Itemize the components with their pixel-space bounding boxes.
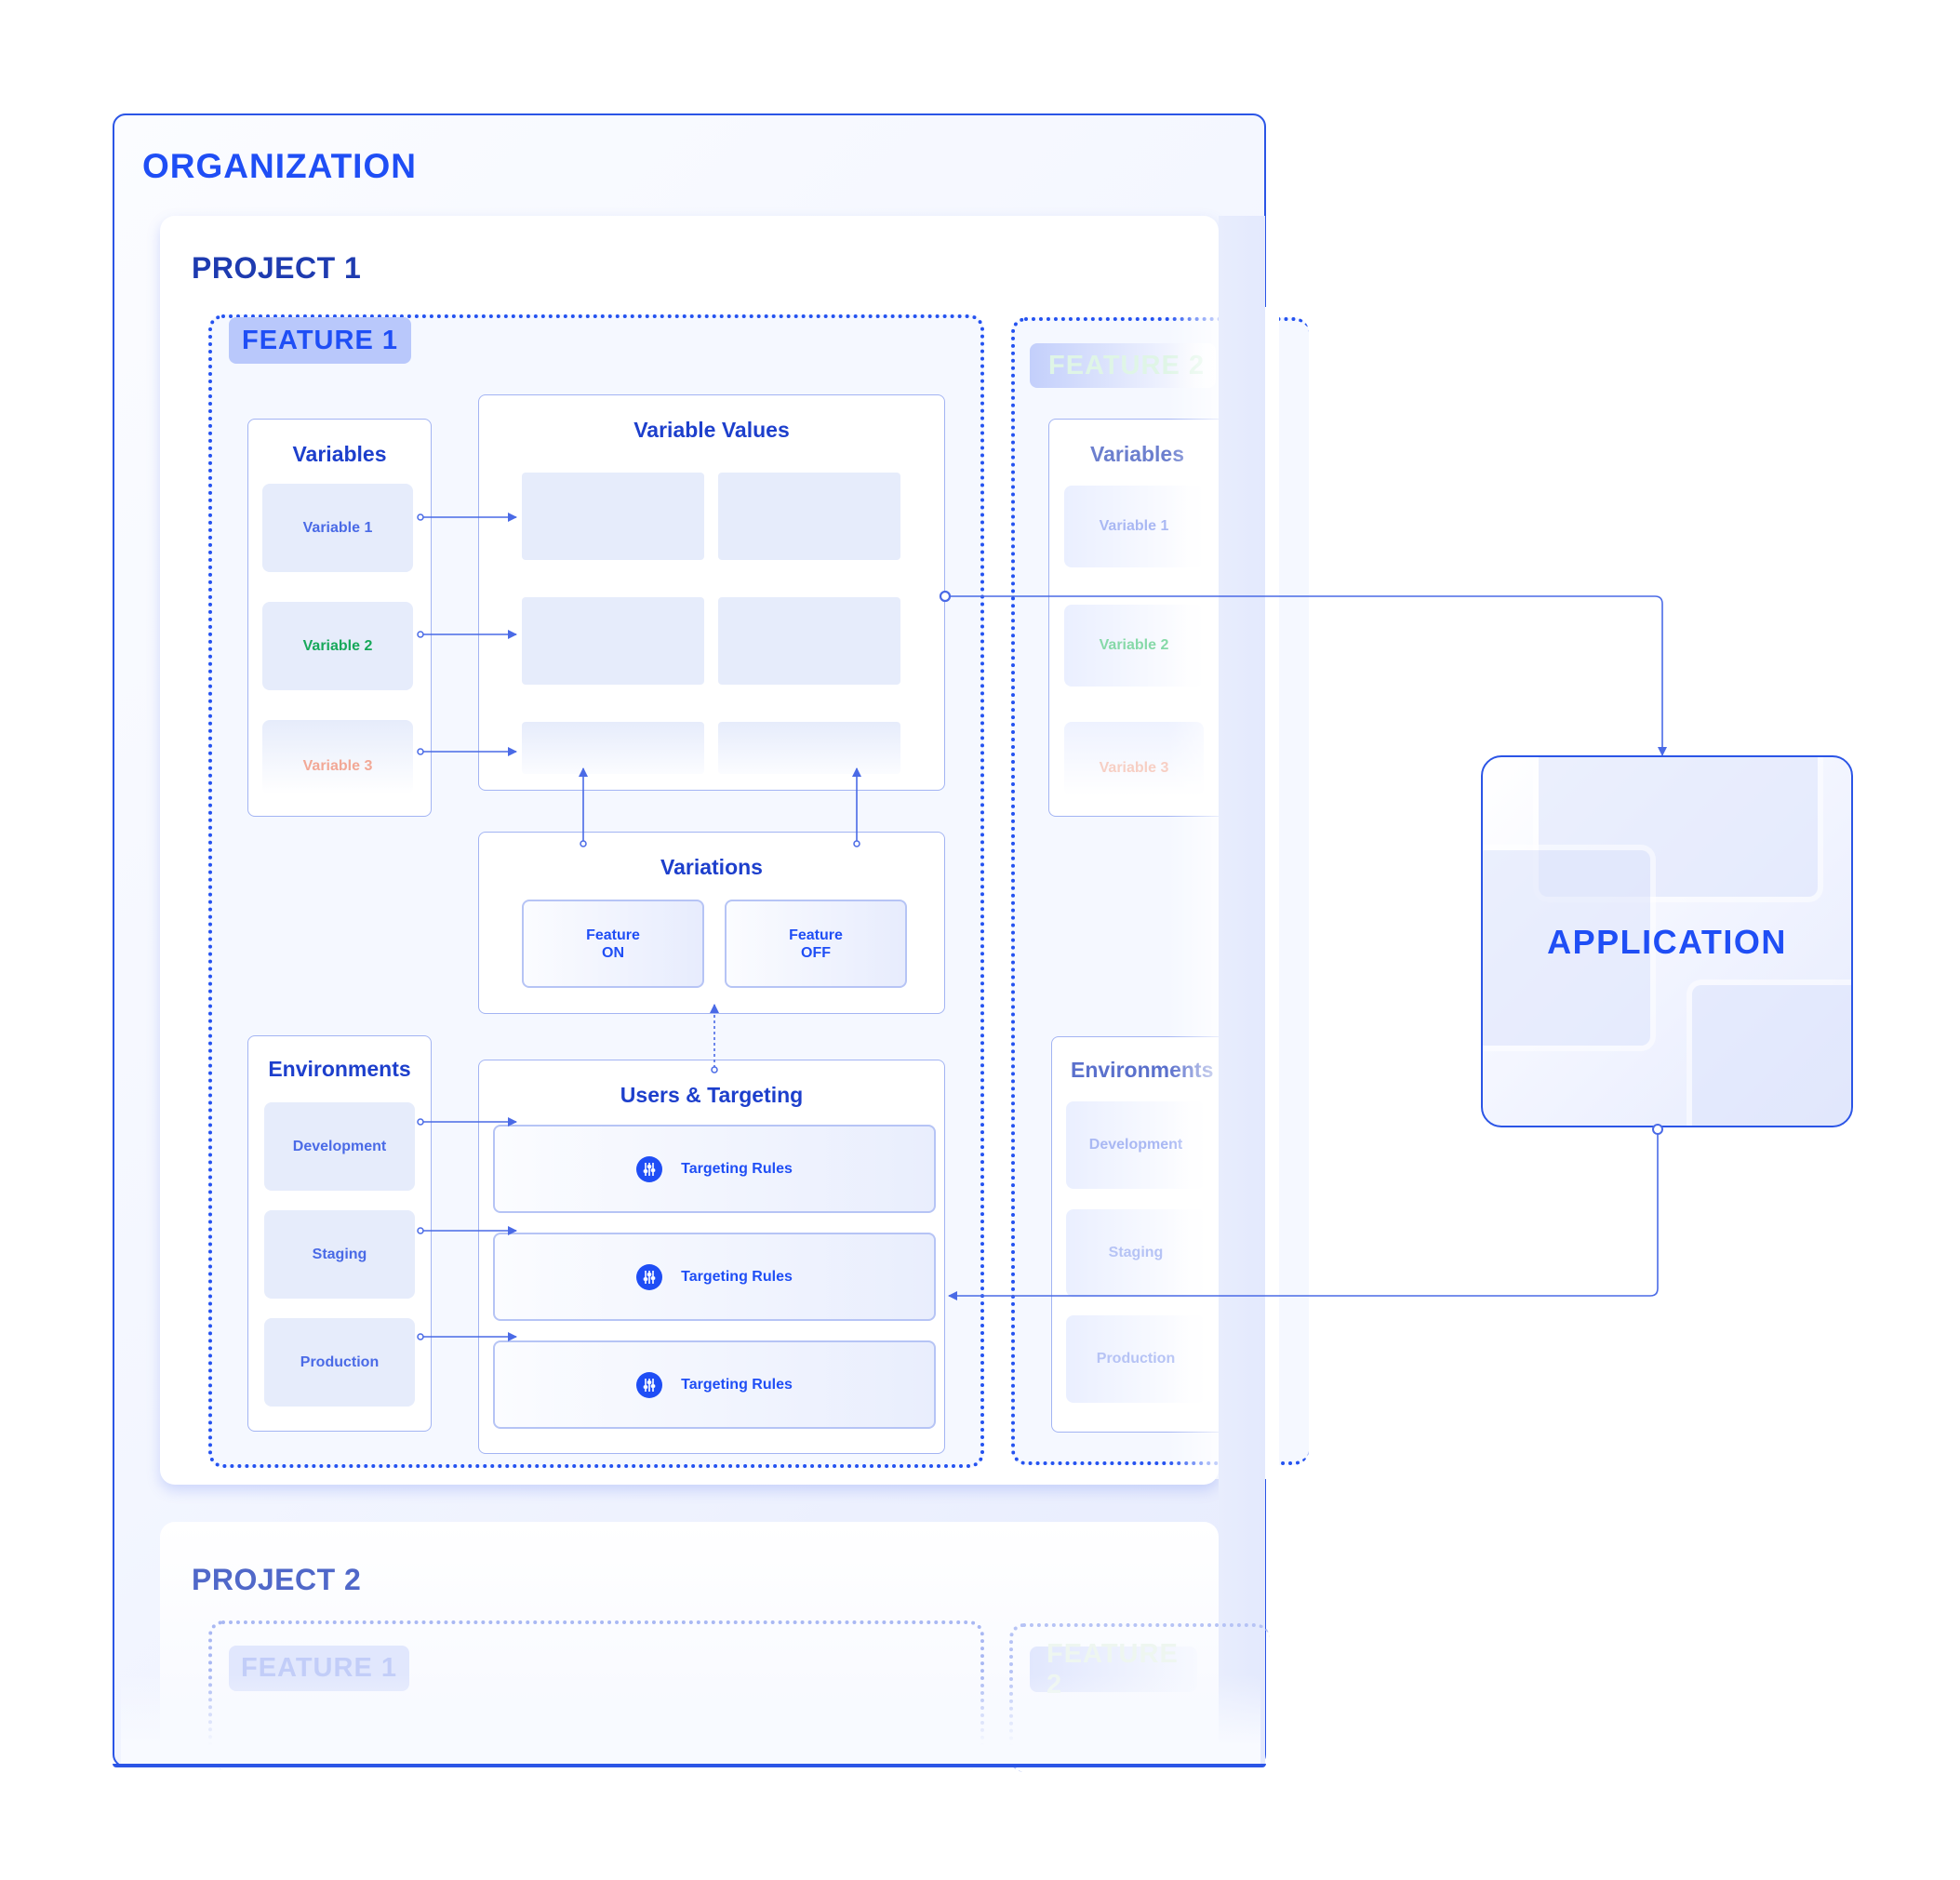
variables-title: Variables: [292, 442, 387, 466]
feature-2-env-label: Production: [1096, 1351, 1176, 1367]
feature-2-variable-1-label: Variable 1: [1099, 518, 1169, 534]
project-1-title: PROJECT 1: [192, 251, 362, 285]
feature-on-line1: Feature: [586, 927, 640, 943]
value-cell: [718, 473, 900, 560]
feature-2-variable-3-label: Variable 3: [1099, 760, 1169, 776]
variations-title: Variations: [660, 855, 763, 879]
application-box[interactable]: APPLICATION: [1481, 755, 1853, 1127]
targeting-rules-development[interactable]: Targeting Rules: [493, 1125, 936, 1213]
value-cell: [522, 597, 704, 685]
targeting-rules-label: Targeting Rules: [681, 1376, 793, 1393]
organization-bottom-border: [113, 1764, 1266, 1767]
environment-development[interactable]: Development: [264, 1102, 415, 1191]
targeting-rules-production[interactable]: Targeting Rules: [493, 1340, 936, 1429]
sliders-icon: [636, 1155, 663, 1182]
variable-3-item[interactable]: Variable 3: [262, 720, 413, 794]
feature-off-line1: Feature: [789, 927, 843, 943]
targeting-rules-staging[interactable]: Targeting Rules: [493, 1233, 936, 1321]
variable-1-item[interactable]: Variable 1: [262, 484, 413, 572]
environment-development-label: Development: [292, 1138, 387, 1154]
feature-on-variation[interactable]: Feature ON: [522, 900, 704, 988]
application-title: APPLICATION: [1547, 923, 1787, 961]
environments-title: Environments: [268, 1057, 411, 1081]
sliders-icon: [636, 1263, 663, 1290]
value-cell: [718, 597, 900, 685]
variable-2-item[interactable]: Variable 2: [262, 602, 413, 690]
targeting-rules-label: Targeting Rules: [681, 1268, 793, 1285]
value-cell: [522, 722, 704, 774]
feature-off-variation[interactable]: Feature OFF: [725, 900, 907, 988]
users-targeting-title: Users & Targeting: [620, 1083, 804, 1107]
app-decor-block: [1692, 985, 1851, 1126]
variable-1-label: Variable 1: [302, 519, 373, 536]
environment-production[interactable]: Production: [264, 1318, 415, 1407]
environment-staging-label: Staging: [312, 1246, 367, 1262]
variable-3-label: Variable 3: [302, 758, 373, 774]
feature-2-variable-2-label: Variable 2: [1099, 637, 1169, 653]
sliders-icon: [636, 1371, 663, 1398]
feature-off-line2: OFF: [801, 944, 831, 961]
feature-1-label: FEATURE 1: [229, 317, 411, 364]
value-cell: [718, 722, 900, 774]
project-2-title: PROJECT 2: [192, 1563, 362, 1596]
value-cell: [522, 473, 704, 560]
organization-title: ORGANIZATION: [142, 147, 417, 185]
environment-production-label: Production: [300, 1353, 380, 1370]
org-right-gutter: [1219, 216, 1265, 1764]
targeting-rules-label: Targeting Rules: [681, 1160, 793, 1177]
variable-2-label: Variable 2: [302, 637, 373, 654]
feature-on-line2: ON: [602, 944, 624, 961]
feature-2-env-label: Staging: [1108, 1245, 1164, 1260]
project-2-fade: [121, 1674, 1260, 1764]
variable-values-title: Variable Values: [633, 418, 790, 442]
environment-staging[interactable]: Staging: [264, 1210, 415, 1299]
